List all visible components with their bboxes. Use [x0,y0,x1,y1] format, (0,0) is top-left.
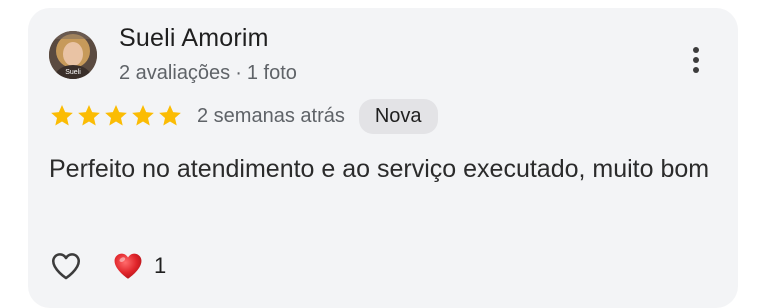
reaction-button[interactable]: 1 [110,249,166,283]
star-icon [132,104,154,126]
review-actions: 1 [48,248,166,284]
review-text: Perfeito no atendimento e ao serviço exe… [49,155,710,183]
reviews-count: 2 avaliações [119,62,231,84]
more-options-button[interactable] [682,40,710,80]
star-icon [159,104,181,126]
avatar[interactable]: Sueli [49,31,97,79]
new-badge: Nova [358,98,438,134]
star-icon [51,104,73,126]
rating-row: 2 semanas atrás Nova [49,98,438,134]
more-vert-icon-dot [693,47,699,53]
red-heart-icon [114,253,142,279]
author-name[interactable]: Sueli Amorim [119,24,269,53]
meta-separator: · [235,62,242,84]
star-icon [105,104,127,126]
review-card: Sueli Sueli Amorim 2 avaliações · 1 foto… [28,8,738,308]
avatar-caption: Sueli [65,69,81,76]
reaction-count: 1 [154,253,167,278]
more-vert-icon-dot [693,67,699,73]
star-icon [78,104,100,126]
heart-outline-icon [51,253,81,280]
review-time: 2 semanas atrás [197,104,345,127]
photos-count: 1 foto [246,62,297,84]
author-meta: 2 avaliações · 1 foto [119,62,297,85]
like-button[interactable] [48,249,84,283]
star-rating [49,103,183,129]
more-vert-icon-dot [693,57,699,63]
